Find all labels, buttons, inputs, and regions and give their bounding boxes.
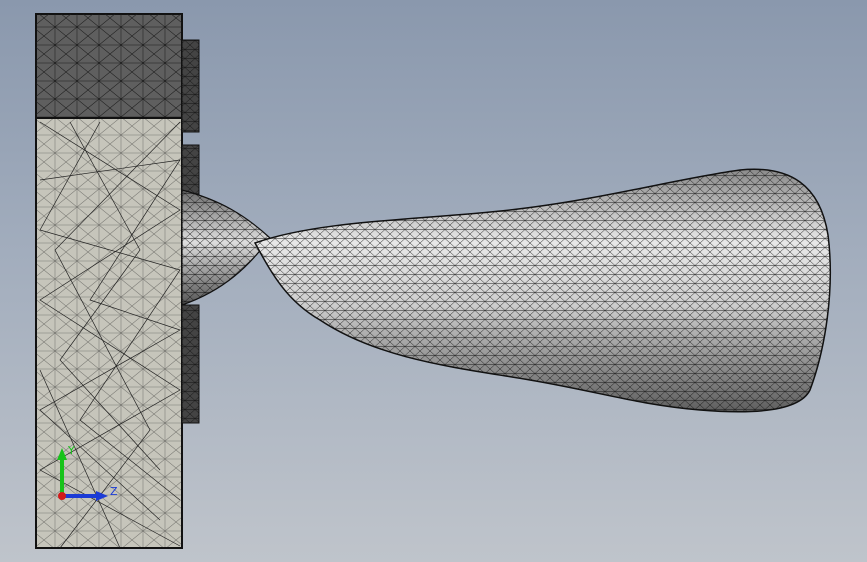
x-axis-icon [58, 492, 66, 500]
z-axis-label: Z [110, 485, 118, 498]
y-axis-label: Y [67, 444, 75, 457]
graphics-viewport[interactable]: Y Z [0, 0, 867, 562]
coordinate-triad: Y Z [50, 440, 120, 510]
model-scene [35, 13, 832, 549]
bulb-body[interactable] [253, 168, 832, 413]
